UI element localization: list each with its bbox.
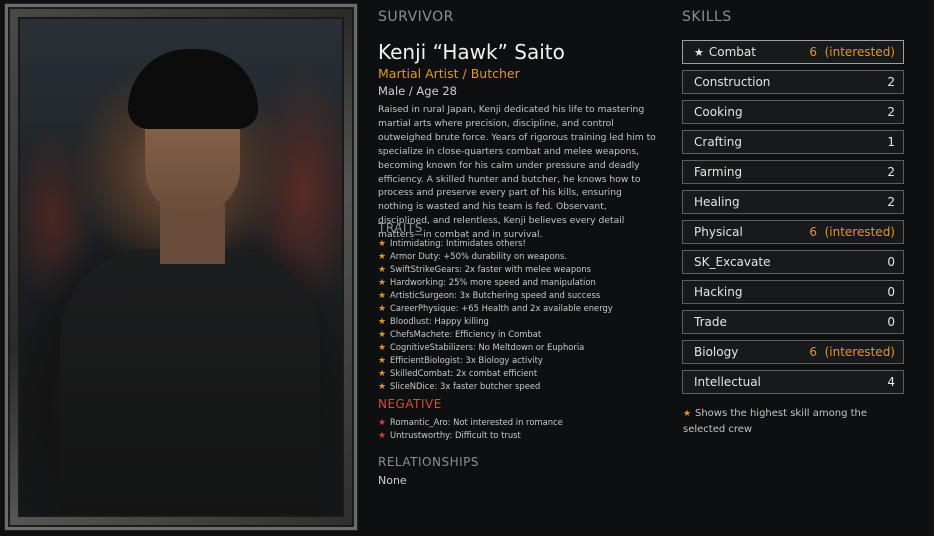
trait-text: CareerPhysique: +65 Health and 2x availa… <box>390 303 613 313</box>
skill-value: 2 <box>887 105 895 119</box>
skill-name: Hacking <box>694 285 743 299</box>
skill-name: SK_Excavate <box>694 255 771 269</box>
skill-value: 0 <box>887 315 895 329</box>
trait-item: ★ SkilledCombat: 2x combat efficient <box>378 367 613 380</box>
skill-value: 6 (interested) <box>809 345 895 359</box>
skill-row-trade[interactable]: Trade 0 <box>682 310 904 334</box>
trait-text: ChefsMachete: Efficiency in Combat <box>390 329 542 339</box>
trait-text: Untrustworthy: Difficult to trust <box>390 430 521 440</box>
skill-row-combat[interactable]: ★ Combat 6 (interested) <box>682 40 904 64</box>
skill-row-intellectual[interactable]: Intellectual 4 <box>682 370 904 394</box>
negative-heading: NEGATIVE <box>378 397 442 411</box>
trait-item: ★ ArtisticSurgeon: 3x Butchering speed an… <box>378 289 613 302</box>
trait-text: Hardworking: 25% more speed and manipula… <box>390 277 596 287</box>
skill-name: Cooking <box>694 105 743 119</box>
star-icon: ★ <box>378 252 387 262</box>
trait-text: Romantic_Aro: Not interested in romance <box>390 417 563 427</box>
skills-heading: SKILLS <box>682 9 732 25</box>
skill-row-healing[interactable]: Healing 2 <box>682 190 904 214</box>
trait-text: SwiftStrikeGears: 2x faster with melee w… <box>390 264 591 274</box>
skills-note: ★ Shows the highest skill among the selec… <box>683 406 883 438</box>
skill-name: Healing <box>694 195 740 209</box>
star-icon: ★ <box>378 330 387 340</box>
trait-item: ★ Hardworking: 25% more speed and manipul… <box>378 276 613 289</box>
star-icon: ★ <box>378 278 387 288</box>
trait-text: CognitiveStabilizers: No Meltdown or Eup… <box>390 342 585 352</box>
trait-item: ★ EfficientBiologist: 3x Biology activity <box>378 354 613 367</box>
star-icon: ★ <box>683 409 692 419</box>
survivor-role: Martial Artist / Butcher <box>378 66 520 81</box>
skill-value: 0 <box>887 285 895 299</box>
survivor-meta: Male / Age 28 <box>378 84 457 98</box>
skill-name: Farming <box>694 165 743 179</box>
star-icon: ★ <box>378 291 387 301</box>
skill-name: Intellectual <box>694 375 761 389</box>
trait-item: ★ Armor Duty: +50% durability on weapons. <box>378 250 613 263</box>
trait-item: ★ CognitiveStabilizers: No Meltdown or Eu… <box>378 341 613 354</box>
star-icon: ★ <box>378 343 387 353</box>
trait-item: ★ SwiftStrikeGears: 2x faster with melee … <box>378 263 613 276</box>
negative-traits-list: ★ Romantic_Aro: Not interested in romance… <box>378 416 563 442</box>
trait-item: ★ ChefsMachete: Efficiency in Combat <box>378 328 613 341</box>
trait-item: ★ SliceNDice: 3x faster butcher speed <box>378 380 613 393</box>
skill-value: 6 (interested) <box>809 45 895 59</box>
trait-text: EfficientBiologist: 3x Biology activity <box>390 355 543 365</box>
negative-trait-item: ★ Untrustworthy: Difficult to trust <box>378 429 563 442</box>
skill-row-sk_excavate[interactable]: SK_Excavate 0 <box>682 250 904 274</box>
star-icon: ★ <box>378 317 387 327</box>
skill-row-physical[interactable]: Physical 6 (interested) <box>682 220 904 244</box>
skills-note-text: Shows the highest skill among the select… <box>683 408 868 435</box>
skill-name: Trade <box>694 315 727 329</box>
skill-row-hacking[interactable]: Hacking 0 <box>682 280 904 304</box>
trait-text: SkilledCombat: 2x combat efficient <box>390 368 538 378</box>
skill-row-farming[interactable]: Farming 2 <box>682 160 904 184</box>
trait-item: ★ Bloodlust: Happy killing <box>378 315 613 328</box>
skill-row-biology[interactable]: Biology 6 (interested) <box>682 340 904 364</box>
traits-heading: TRAITS <box>378 221 423 235</box>
star-icon: ★ <box>694 45 704 59</box>
relationships-heading: RELATIONSHIPS <box>378 455 479 469</box>
star-icon: ★ <box>378 304 387 314</box>
trait-text: Bloodlust: Happy killing <box>390 316 489 326</box>
skill-row-construction[interactable]: Construction 2 <box>682 70 904 94</box>
portrait-frame <box>5 4 357 530</box>
skill-value: 2 <box>887 195 895 209</box>
survivor-name: Kenji “Hawk” Saito <box>378 40 565 64</box>
skill-name: Physical <box>694 225 743 239</box>
portrait-hair <box>128 49 258 129</box>
portrait-shirt <box>60 249 320 515</box>
skill-value: 2 <box>887 75 895 89</box>
skill-row-crafting[interactable]: Crafting 1 <box>682 130 904 154</box>
skill-name: Construction <box>694 75 771 89</box>
star-icon: ★ <box>378 239 387 249</box>
skills-list: ★ Combat 6 (interested) Construction 2 Cookin… <box>682 40 904 400</box>
skill-row-cooking[interactable]: Cooking 2 <box>682 100 904 124</box>
trait-item: ★ CareerPhysique: +65 Health and 2x avail… <box>378 302 613 315</box>
skill-value: 6 (interested) <box>809 225 895 239</box>
skill-value: 0 <box>887 255 895 269</box>
trait-text: ArtisticSurgeon: 3x Butchering speed and… <box>390 290 601 300</box>
traits-list: ★ Intimidating: Intimidates others! ★ Armor… <box>378 237 613 393</box>
skill-value: 1 <box>887 135 895 149</box>
negative-trait-item: ★ Romantic_Aro: Not interested in romance <box>378 416 563 429</box>
star-icon: ★ <box>378 356 387 366</box>
trait-text: Armor Duty: +50% durability on weapons. <box>390 251 567 261</box>
survivor-portrait <box>18 17 344 517</box>
star-icon: ★ <box>378 418 387 428</box>
skill-name: Biology <box>694 345 739 359</box>
relationships-value: None <box>378 474 407 487</box>
star-icon: ★ <box>378 369 387 379</box>
skill-name: Combat <box>708 45 756 59</box>
skill-name: Crafting <box>694 135 742 149</box>
trait-text: SliceNDice: 3x faster butcher speed <box>390 381 541 391</box>
skill-value: 2 <box>887 165 895 179</box>
trait-item: ★ Intimidating: Intimidates others! <box>378 237 613 250</box>
star-icon: ★ <box>378 431 387 441</box>
skill-value: 4 <box>887 375 895 389</box>
survivor-heading: SURVIVOR <box>378 9 454 25</box>
star-icon: ★ <box>378 382 387 392</box>
trait-text: Intimidating: Intimidates others! <box>390 238 526 248</box>
star-icon: ★ <box>378 265 387 275</box>
